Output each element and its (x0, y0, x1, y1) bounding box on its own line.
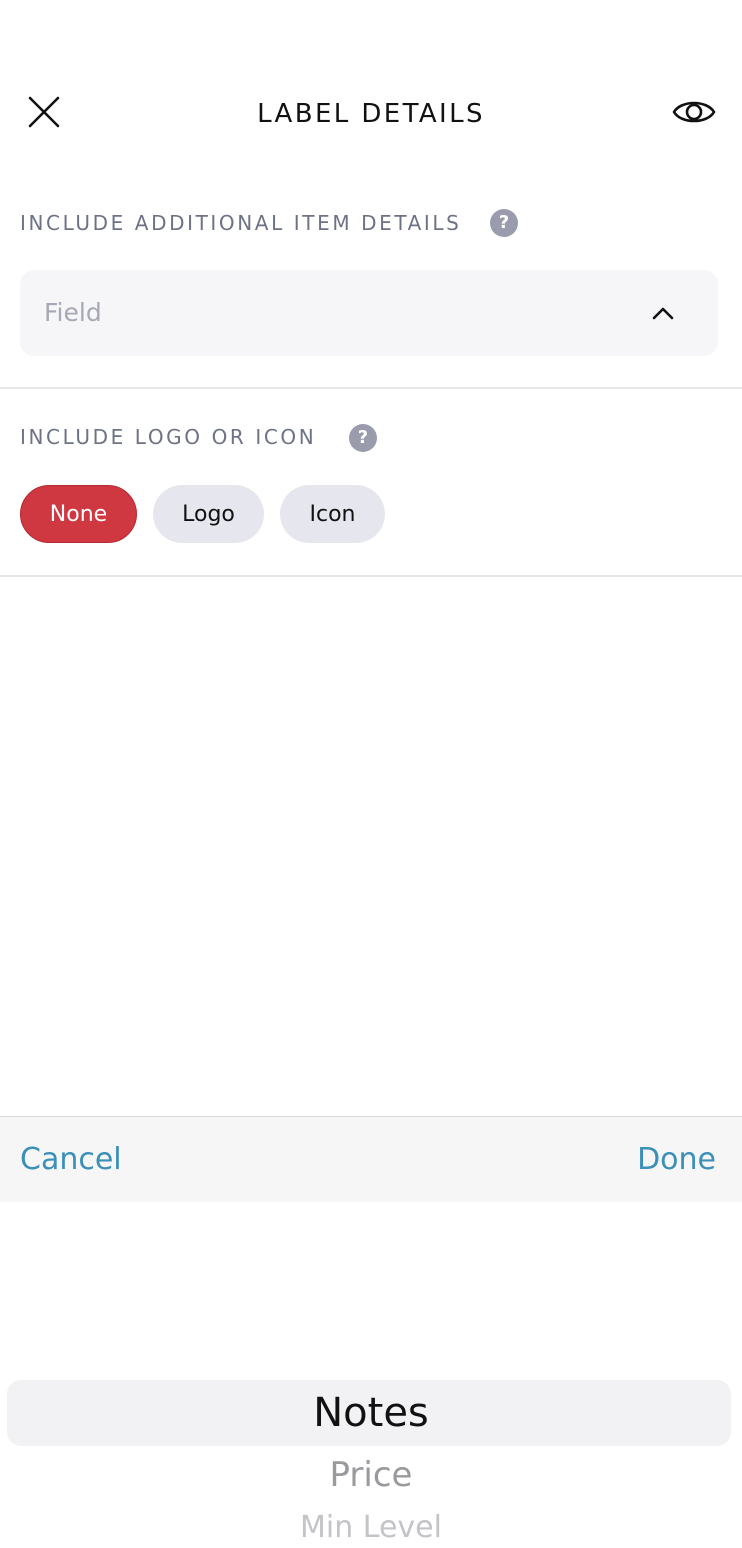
done-button[interactable]: Done (637, 1141, 716, 1179)
eye-icon (672, 101, 716, 123)
picker-option[interactable]: Price (0, 1452, 742, 1498)
cancel-button[interactable]: Cancel (20, 1141, 122, 1179)
picker-option-selected[interactable]: Notes (0, 1386, 742, 1440)
help-icon[interactable]: ? (490, 209, 518, 237)
field-placeholder: Field (44, 298, 102, 327)
page-title: LABEL DETAILS (257, 99, 485, 129)
picker-option[interactable]: Min Level (0, 1508, 742, 1548)
picker-toolbar: Cancel Done (0, 1116, 742, 1202)
chevron-up-icon (652, 307, 674, 320)
help-icon-glyph: ? (498, 212, 510, 233)
item-details-label: INCLUDE ADDITIONAL ITEM DETAILS (20, 211, 462, 235)
section-divider (0, 387, 742, 389)
help-icon[interactable]: ? (349, 424, 377, 452)
field-dropdown[interactable]: Field (20, 270, 718, 356)
option-icon-button[interactable]: Icon (280, 485, 385, 543)
option-none-button[interactable]: None (20, 485, 137, 543)
section-divider (0, 575, 742, 577)
logo-icon-label: INCLUDE LOGO OR ICON (20, 425, 317, 449)
option-logo-button[interactable]: Logo (153, 485, 264, 543)
help-icon-glyph: ? (357, 427, 369, 448)
preview-button[interactable] (668, 88, 720, 136)
